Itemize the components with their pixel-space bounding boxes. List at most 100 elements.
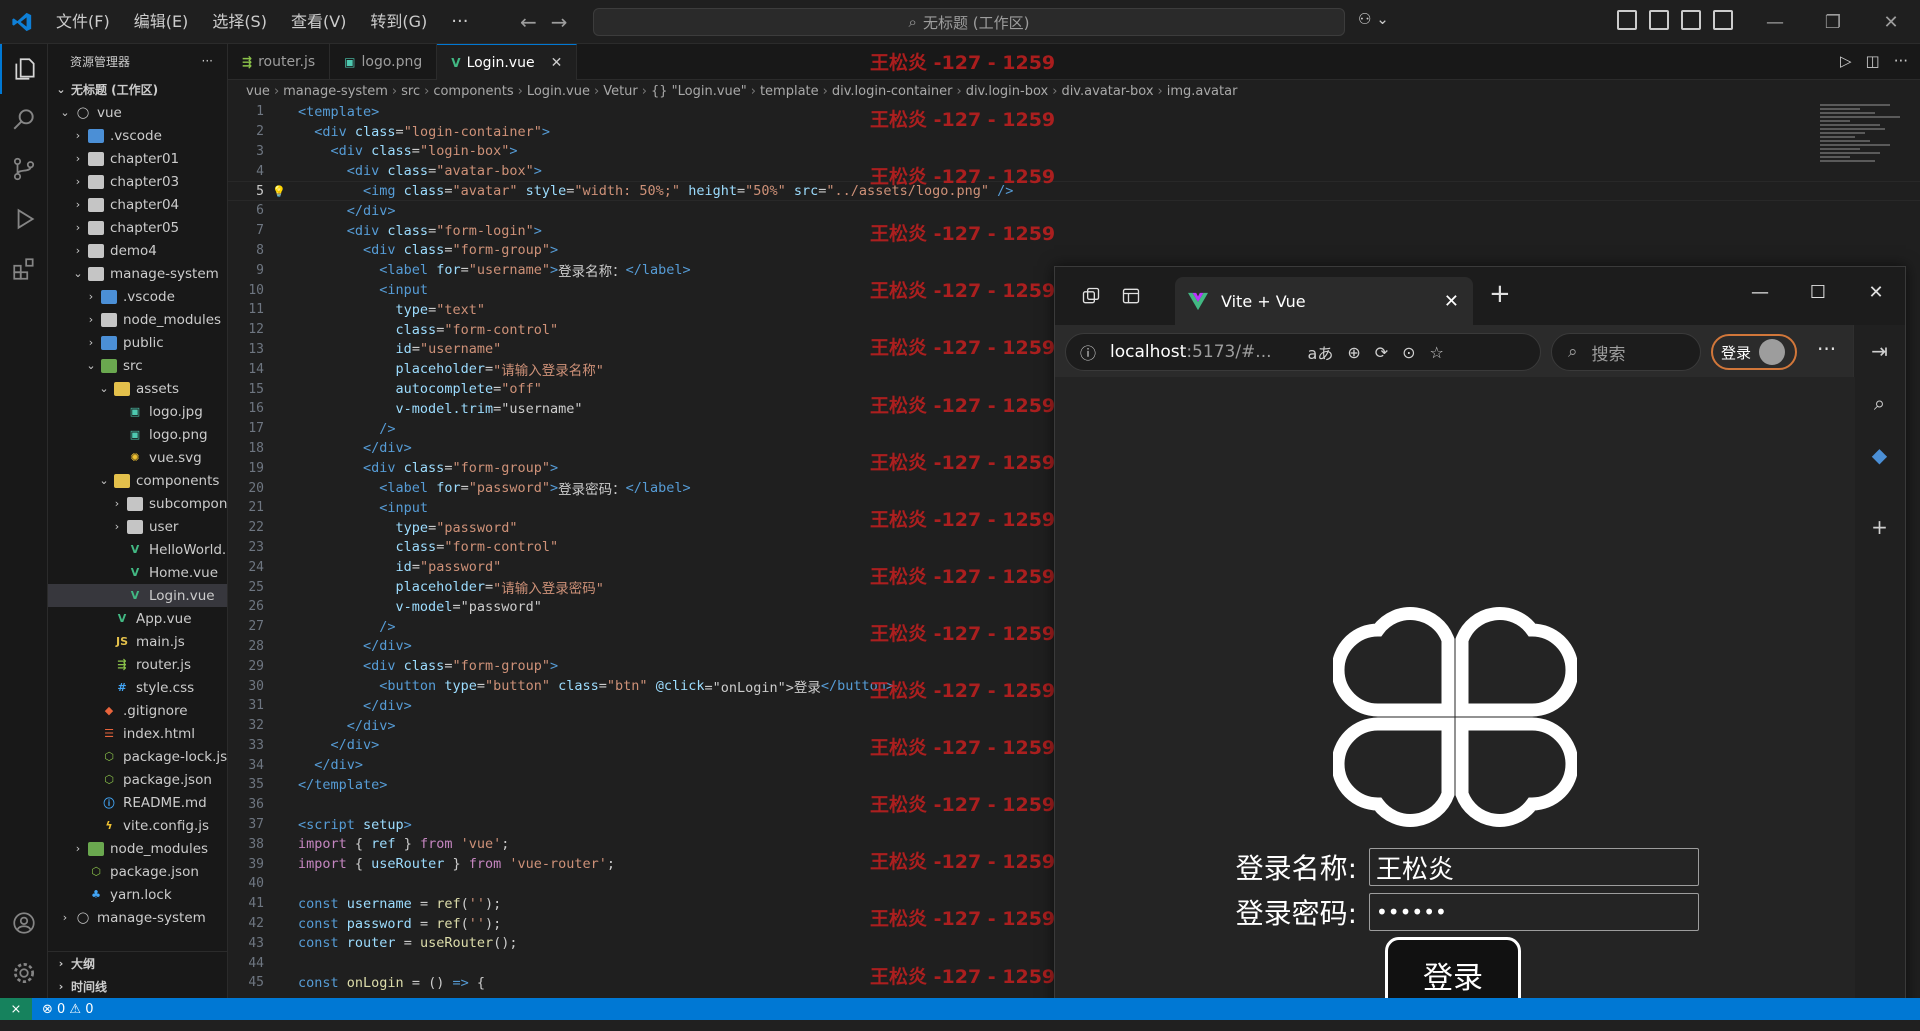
username-input[interactable]: 王松炎	[1369, 848, 1699, 886]
tree-item[interactable]: ϟ vite.config.js	[48, 814, 227, 837]
tree-item[interactable]: JS main.js	[48, 630, 227, 653]
minimize-icon[interactable]: —	[1731, 267, 1789, 317]
tree-item[interactable]: ⬡ package.json	[48, 860, 227, 883]
close-icon[interactable]: ✕	[1847, 267, 1905, 317]
back-arrow-icon[interactable]: ←	[520, 10, 537, 34]
code-line[interactable]: 6 </div>	[228, 201, 1920, 221]
tree-item[interactable]: V Home.vue	[48, 561, 227, 584]
read-aloud-icon[interactable]: aあ	[1308, 340, 1334, 364]
tree-item[interactable]: › .vscode	[48, 285, 227, 308]
breadcrumb-item[interactable]: components	[433, 84, 513, 99]
tree-item[interactable]: ▣ logo.jpg	[48, 400, 227, 423]
more-tools-icon[interactable]: ⊙	[1402, 343, 1415, 362]
tree-item[interactable]: › node_modules	[48, 308, 227, 331]
workspaces-icon[interactable]	[1071, 286, 1111, 306]
sidebar-toggle-icon[interactable]: ⇥	[1854, 325, 1905, 377]
gear-icon[interactable]	[0, 948, 48, 998]
tree-item[interactable]: › ◯ manage-system	[48, 906, 227, 929]
explorer-icon[interactable]	[0, 44, 48, 94]
address-bar[interactable]: ⓘ localhost:5173/#... aあ ⊕ ⟳ ⊙ ☆	[1065, 333, 1541, 371]
code-line[interactable]: 1 <template>	[228, 102, 1920, 122]
tree-item[interactable]: ⇶ router.js	[48, 653, 227, 676]
problems-status[interactable]: ⊗ 0 ⚠ 0	[32, 1002, 94, 1017]
run-icon[interactable]: ▷	[1840, 52, 1852, 70]
close-tab-icon[interactable]: ✕	[1444, 291, 1459, 312]
code-line[interactable]: 8 <div class = "form-group" >	[228, 241, 1920, 261]
close-tab-icon[interactable]: ✕	[551, 55, 563, 71]
code-line[interactable]: 5 💡 <img class = "avatar" style = "width: 50%…	[228, 181, 1920, 201]
code-line[interactable]: 3 <div class = "login-box" >	[228, 142, 1920, 162]
tree-item[interactable]: V Login.vue	[48, 584, 227, 607]
tree-item[interactable]: › public	[48, 331, 227, 354]
browser-search-box[interactable]: ⌕ 搜索	[1551, 333, 1701, 371]
forward-arrow-icon[interactable]: →	[551, 10, 568, 34]
tree-item[interactable]: ⬡ package.json	[48, 768, 227, 791]
menu-item[interactable]: 文件(F)	[44, 0, 122, 44]
run-debug-icon[interactable]	[0, 194, 48, 244]
tree-item[interactable]: › subcompon...	[48, 492, 227, 515]
code-line[interactable]: 7 <div class = "form-login" >	[228, 221, 1920, 241]
editor-tab[interactable]: ▣ logo.png	[330, 44, 438, 80]
breadcrumb-item[interactable]: img.avatar	[1167, 84, 1238, 99]
breadcrumb-item[interactable]: Vetur	[603, 84, 638, 99]
tree-item[interactable]: › node_modules	[48, 837, 227, 860]
tree-item[interactable]: V HelloWorld....	[48, 538, 227, 561]
menu-item[interactable]: 查看(V)	[279, 0, 358, 44]
new-tab-button[interactable]: +	[1489, 279, 1511, 309]
tree-item[interactable]: ☰ index.html	[48, 722, 227, 745]
zoom-icon[interactable]: ⊕	[1347, 343, 1360, 362]
minimize-icon[interactable]: —	[1746, 0, 1804, 44]
tree-item[interactable]: ⌄ components	[48, 469, 227, 492]
tag-icon[interactable]: ◆	[1854, 429, 1905, 481]
tree-item[interactable]: ⓘ README.md	[48, 791, 227, 814]
tree-item[interactable]: ✺ vue.svg	[48, 446, 227, 469]
breadcrumb-item[interactable]: div.login-container	[832, 84, 953, 99]
breadcrumb-item[interactable]: src	[401, 84, 420, 99]
menu-more-icon[interactable]: ···	[439, 11, 480, 32]
tree-item[interactable]: ♣ yarn.lock	[48, 883, 227, 906]
favorite-star-icon[interactable]: ☆	[1430, 343, 1444, 362]
tree-item[interactable]: ⌄ assets	[48, 377, 227, 400]
add-icon[interactable]: +	[1854, 501, 1905, 553]
browser-menu-icon[interactable]: ···	[1817, 337, 1836, 361]
tree-item[interactable]: # style.css	[48, 676, 227, 699]
close-icon[interactable]: ✕	[1862, 0, 1920, 44]
tree-item[interactable]: ⌄ ◯ vue	[48, 101, 227, 124]
tree-item[interactable]: ⬡ package-lock.js...	[48, 745, 227, 768]
tree-item[interactable]: › demo4	[48, 239, 227, 262]
code-line[interactable]: 2 <div class = "login-container" >	[228, 122, 1920, 142]
search-icon[interactable]: ⌕	[1854, 377, 1905, 429]
tree-item[interactable]: › user	[48, 515, 227, 538]
tab-actions-icon[interactable]	[1111, 286, 1151, 306]
toggle-secondary-sidebar-icon[interactable]	[1713, 10, 1733, 30]
edge-refresh-icon[interactable]: ⟳	[1375, 343, 1388, 362]
command-center[interactable]: ⌕ 无标题 (工作区)	[593, 8, 1345, 36]
tree-item[interactable]: ▣ logo.png	[48, 423, 227, 446]
breadcrumb-item[interactable]: {} "Login.vue"	[651, 84, 747, 99]
profile-login-button[interactable]: 登录	[1711, 334, 1797, 370]
menu-item[interactable]: 编辑(E)	[122, 0, 201, 44]
toggle-panel-icon[interactable]	[1681, 10, 1701, 30]
browser-tab-active[interactable]: Vite + Vue ✕	[1175, 277, 1473, 325]
search-icon[interactable]	[0, 94, 48, 144]
breadcrumb-item[interactable]: vue	[246, 84, 270, 99]
password-input[interactable]: ••••••	[1369, 893, 1699, 931]
info-icon[interactable]: ⓘ	[1080, 340, 1096, 364]
minimap[interactable]	[1810, 102, 1920, 212]
copilot-icon[interactable]: ⚇ ⌄	[1358, 10, 1389, 28]
breadcrumb-item[interactable]: template	[760, 84, 819, 99]
more-actions-icon[interactable]: ···	[202, 54, 213, 68]
breadcrumb-item[interactable]: Login.vue	[527, 84, 590, 99]
workspace-header[interactable]: ⌄ 无标题 (工作区)	[48, 78, 227, 101]
menu-item[interactable]: 转到(G)	[358, 0, 439, 44]
more-actions-icon[interactable]: ···	[1894, 52, 1908, 70]
breadcrumb-item[interactable]: div.avatar-box	[1061, 84, 1153, 99]
split-editor-icon[interactable]: ◫	[1866, 52, 1880, 70]
maximize-icon[interactable]: ☐	[1789, 267, 1847, 317]
source-control-icon[interactable]	[0, 144, 48, 194]
tree-item[interactable]: V App.vue	[48, 607, 227, 630]
toggle-sidebar-icon[interactable]	[1649, 10, 1669, 30]
code-line[interactable]: 4 <div class = "avatar-box" >	[228, 161, 1920, 181]
tree-item[interactable]: › chapter01	[48, 147, 227, 170]
account-icon[interactable]	[0, 898, 48, 948]
